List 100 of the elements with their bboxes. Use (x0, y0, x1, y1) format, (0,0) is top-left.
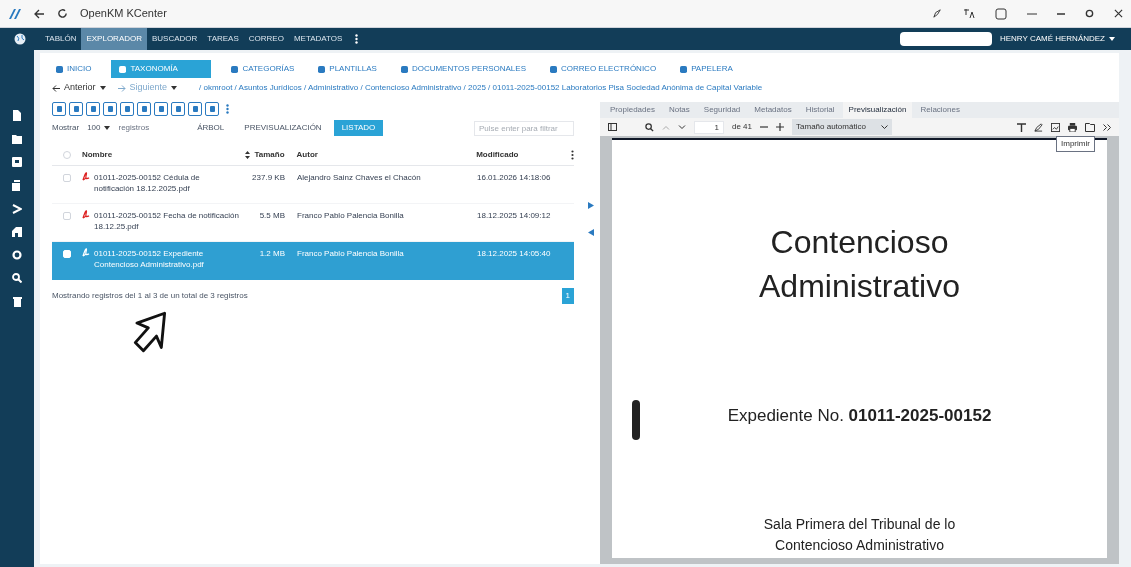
page-count: de 41 (732, 121, 753, 133)
nav-tab[interactable]: TAREAS (202, 28, 244, 50)
file-name[interactable]: 01011-2025-00152 Fecha de notificación 18.12.25.pdf (94, 210, 239, 233)
zoom-select[interactable]: Tamaño automático (792, 119, 893, 135)
sort-icon (245, 150, 251, 159)
records-summary: Mostrando registros del 1 al 3 de un total de 3 registros (52, 290, 248, 302)
records-label: registros (118, 122, 150, 134)
caret-down-icon (104, 126, 111, 130)
back-button[interactable]: Anterior (52, 81, 106, 95)
page-number-field[interactable]: 1 (694, 120, 724, 134)
place-tab[interactable]: DOCUMENTOS PERSONALES (396, 60, 530, 78)
column-header[interactable]: Nombre (81, 148, 242, 161)
column-header[interactable]: Tamaño (241, 148, 297, 161)
sidebar-toggle-icon[interactable] (608, 123, 617, 131)
nav-tab[interactable]: BUSCADOR (147, 28, 203, 50)
user-menu[interactable]: HENRY CAMÉ HERNÁNDEZ (991, 33, 1123, 45)
modified-date: 18.12.2025 14:05:40 (477, 248, 552, 260)
close-icon[interactable] (1114, 9, 1123, 18)
toolbar-button[interactable] (154, 102, 168, 116)
print-icon[interactable] (1068, 122, 1077, 132)
screen-icon[interactable] (995, 7, 1007, 20)
tool-icon (141, 106, 147, 112)
search-icon[interactable] (12, 273, 22, 283)
column-header[interactable]: Modificado (476, 148, 571, 161)
translate-icon[interactable] (963, 8, 975, 19)
show-label: Mostrar (52, 122, 80, 134)
view-toggle[interactable]: ÁRBOL (189, 120, 233, 136)
toolbar-button[interactable] (171, 102, 185, 116)
search-field[interactable] (899, 32, 992, 46)
archive-icon[interactable] (12, 157, 22, 167)
filter-field[interactable]: Pulse enter para filtrar (474, 120, 574, 136)
view-toggle[interactable]: PREVISUALIZACIÓN (236, 120, 330, 136)
restore-icon[interactable] (1085, 9, 1094, 18)
file-name[interactable]: 01011-2025-00152 Cédula de notificación 18.12.2025.pdf (94, 172, 239, 195)
column-menu-icon[interactable] (571, 149, 574, 160)
panel-tab[interactable]: Relaciones (914, 102, 966, 118)
toolbar-button[interactable] (103, 102, 117, 116)
save-icon[interactable] (1085, 122, 1095, 132)
row-checkbox[interactable] (63, 174, 71, 182)
nav-tab[interactable]: METADATOS (288, 28, 348, 50)
tool-icon (192, 106, 198, 112)
minimize-icon[interactable] (1057, 11, 1065, 16)
tool-icon (73, 106, 79, 112)
place-tab[interactable]: CATEGORÍAS (227, 60, 299, 78)
nav-tab[interactable]: TABLÓN (40, 28, 82, 50)
toolbar-button[interactable] (69, 102, 83, 116)
expand-right-icon[interactable] (588, 202, 594, 209)
text-tool-icon[interactable] (1017, 122, 1026, 132)
table-row[interactable]: 01011-2025-00152 Cédula de notificación 18.12.2025.pdf 237.9 KB Alejandro Sainz Chaves el Chacón 16.01.2026 14:18:06 (52, 166, 574, 204)
modified-date: 16.01.2026 14:18:06 (477, 172, 552, 184)
kebab-icon[interactable] (355, 34, 359, 44)
column-header[interactable]: Autor (296, 148, 477, 161)
document-icon[interactable] (12, 110, 22, 121)
more-icon[interactable] (1027, 11, 1037, 16)
arrow-left-icon (52, 84, 60, 92)
page-size-select[interactable]: 100 (87, 122, 111, 134)
file-size: 1.2 MB (258, 248, 286, 260)
globe-icon[interactable] (14, 33, 26, 45)
tool-icon (56, 106, 62, 112)
search-icon[interactable] (645, 122, 654, 132)
back-arrow-icon[interactable] (34, 8, 45, 19)
image-insert-icon[interactable] (1051, 122, 1060, 132)
place-tab[interactable]: PLANTILLAS (314, 60, 381, 78)
place-tab[interactable]: INICIO (52, 60, 96, 78)
panel-tab[interactable]: Metadatos (748, 102, 798, 118)
pen-icon[interactable] (932, 8, 943, 19)
expand-left-icon[interactable] (588, 229, 594, 236)
chevron-right-icon[interactable] (12, 204, 22, 214)
copy-icon[interactable] (12, 180, 22, 191)
place-tab[interactable]: CORREO ELECTRÓNICO (546, 60, 661, 78)
toolbar-button[interactable] (52, 102, 66, 116)
panel-tab[interactable]: Previsualización (842, 102, 913, 118)
chevron-down-icon (881, 125, 889, 129)
next-page-icon[interactable] (678, 124, 686, 130)
panel-tab[interactable]: Notas (662, 102, 696, 118)
breadcrumb[interactable]: / okmroot / Asuntos Jurídicos / Administrativo / Contencioso Administrativo / 2025 / 01011-2025-00152 Laboratorios Pisa Sociedad Anónima de Capital Variable (199, 82, 763, 94)
place-tab[interactable]: PAPELERA (676, 60, 737, 78)
nav-tab[interactable]: CORREO (243, 28, 289, 50)
panel-tab[interactable]: Propiedades (604, 102, 661, 118)
panel-tab[interactable]: Seguridad (697, 102, 747, 118)
folder-icon[interactable] (12, 134, 22, 144)
panel-tab[interactable]: Historial (799, 102, 841, 118)
draw-icon[interactable] (1034, 122, 1043, 132)
reload-icon[interactable] (57, 8, 68, 19)
row-checkbox[interactable] (63, 212, 71, 220)
toolbar-button[interactable] (120, 102, 134, 116)
author-name: Alejandro Sainz Chaves el Chacón (297, 172, 422, 184)
toolbar-button[interactable] (205, 102, 219, 116)
refresh-icon[interactable] (12, 250, 22, 260)
court-name: Sala Primera del Tribunal de lo (763, 514, 956, 534)
toolbar-button[interactable] (137, 102, 151, 116)
tooltip: Imprimir (1056, 135, 1095, 152)
toolbar-button[interactable] (86, 102, 100, 116)
author-name: Franco Pablo Palencia Bonilla (297, 248, 405, 260)
zoom-out-icon[interactable] (760, 123, 769, 131)
more-tools-icon[interactable] (1103, 123, 1111, 131)
zoom-in-icon[interactable] (776, 123, 785, 131)
nav-tab[interactable]: EXPLORADOR (81, 28, 147, 50)
caret-down-icon (1109, 37, 1115, 41)
toolbar-button[interactable] (188, 102, 202, 116)
